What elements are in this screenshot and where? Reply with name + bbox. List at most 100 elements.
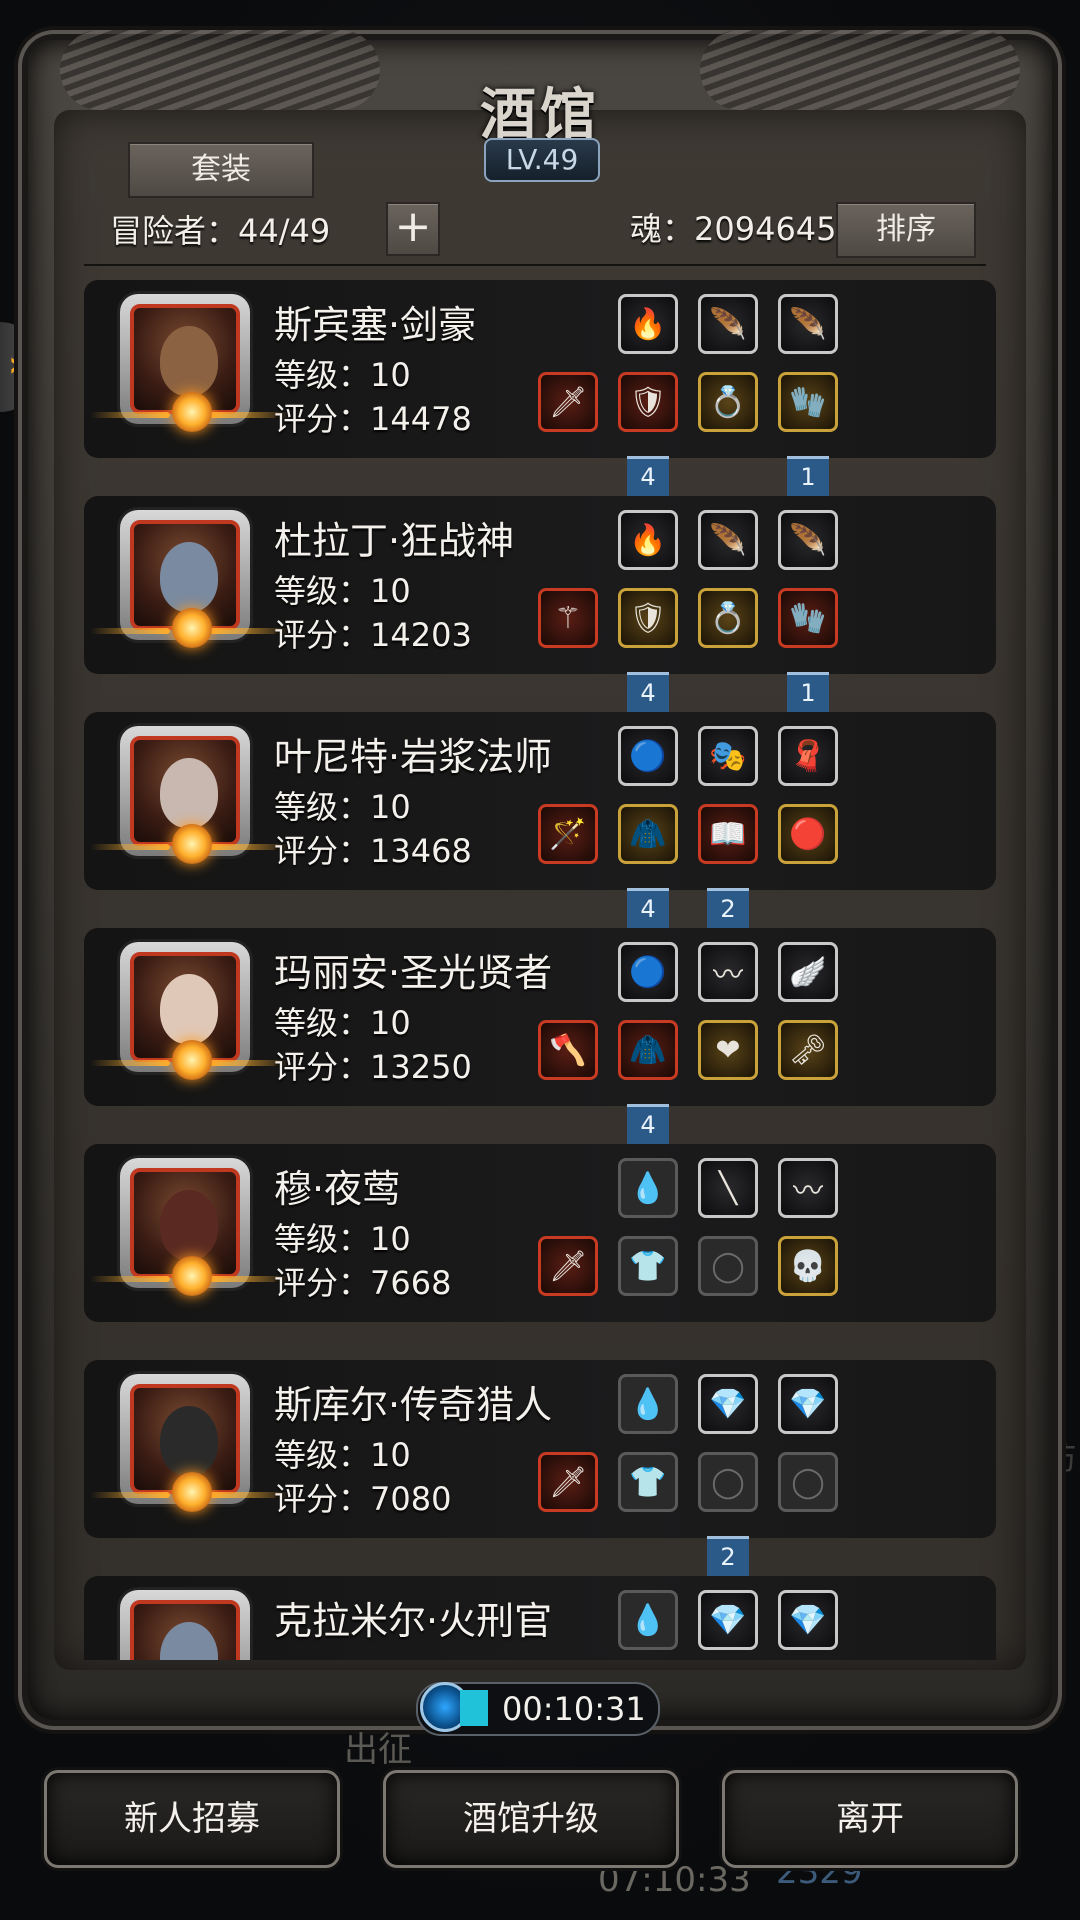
equipment-slot-icon[interactable]: 🛡	[618, 588, 678, 648]
equipment-slot-icon[interactable]: 🧤	[778, 372, 838, 432]
soul-count: 魂：2094645	[630, 210, 837, 248]
hero-score: 评分：13250	[274, 1048, 472, 1086]
leave-button[interactable]: 离开	[722, 1770, 1018, 1868]
hero-portrait[interactable]	[90, 294, 290, 432]
hero-face	[160, 974, 218, 1044]
equipment-slot-icon[interactable]: 🧤	[778, 588, 838, 648]
timer-progress	[460, 1690, 488, 1726]
equipment-slot-icon[interactable]: 💎	[778, 1374, 838, 1434]
hero-portrait[interactable]	[90, 726, 290, 864]
hero-card[interactable]: 玛丽安·圣光贤者等级：10 评分：13250 🔵 〰 🪽 🪓 🧥 ❤ 🗝	[84, 928, 996, 1106]
equipment-slot-icon[interactable]: 🪶	[698, 294, 758, 354]
hero-face	[160, 1622, 218, 1660]
hero-face	[160, 326, 218, 396]
hero-level: 等级：10	[274, 788, 411, 826]
equipment-slot-icon[interactable]: 🧣	[778, 726, 838, 786]
equipment-slot-icon[interactable]: 💍	[698, 588, 758, 648]
equipment-slot-icon[interactable]: 📖	[698, 804, 758, 864]
equipment-slot-icon[interactable]: 🧥	[618, 804, 678, 864]
hero-face	[160, 758, 218, 828]
equipment-slot-icon[interactable]: 〰	[778, 1158, 838, 1218]
hero-level: 等级：10	[274, 1220, 411, 1258]
equipment-slot-icon[interactable]: ◯	[698, 1236, 758, 1296]
equipment-slot-icon[interactable]: 🪶	[698, 510, 758, 570]
hero-card[interactable]: 斯库尔·传奇猎人等级：10 评分：7080 💧 💎 💎 🗡 👕 ◯ ◯	[84, 1360, 996, 1538]
emblem-sun	[172, 1472, 212, 1512]
equipment-slot-icon[interactable]: 〰	[698, 942, 758, 1002]
rank-emblem-icon	[90, 608, 290, 648]
equipment-slot-icon[interactable]: 🔥	[618, 294, 678, 354]
hero-card[interactable]: 叶尼特·岩浆法师 等级：10 评分：13468 🔵 🎭 🧣 🪄 🧥 📖 🔴	[84, 712, 996, 890]
rank-emblem-icon	[90, 392, 290, 432]
equipment-slot-icon[interactable]: 💧	[618, 1374, 678, 1434]
equipment-slot-icon[interactable]: 🗝	[778, 1020, 838, 1080]
set-button[interactable]: 套装	[128, 142, 314, 198]
hero-level: 等级：10	[274, 1436, 411, 1474]
equipment-slot-icon[interactable]: 🛡	[618, 372, 678, 432]
hero-level: 等级：10	[274, 1004, 411, 1042]
equipment-slot-icon[interactable]: ╲	[698, 1158, 758, 1218]
emblem-sun	[172, 1040, 212, 1080]
hero-card[interactable]: 克拉米尔·火刑官 💧 💎 💎	[84, 1576, 996, 1660]
hero-card[interactable]: 杜拉丁·狂战神 等级：10 评分：14203 🔥 🪶 🪶 ⚚ 🛡 💍 🧤	[84, 496, 996, 674]
equipment-slot-icon[interactable]: 💎	[698, 1374, 758, 1434]
emblem-wing	[90, 1276, 170, 1282]
recruit-button[interactable]: 新人招募	[44, 1770, 340, 1868]
equipment-slot-icon[interactable]: ◯	[778, 1452, 838, 1512]
equipment-slot-icon[interactable]: ◯	[698, 1452, 758, 1512]
equipment-slot-icon[interactable]: 🪶	[778, 294, 838, 354]
equipment-slot-icon[interactable]: 🔵	[618, 942, 678, 1002]
equipment-slot-icon[interactable]: 🎭	[698, 726, 758, 786]
hero-name: 克拉米尔·火刑官	[274, 1599, 553, 1643]
equipment-slot-icon[interactable]: 💎	[698, 1590, 758, 1650]
hero-score: 评分：14203	[274, 616, 472, 654]
rank-emblem-icon	[90, 1472, 290, 1512]
equipment-slot-icon[interactable]: 🪶	[778, 510, 838, 570]
hero-score: 评分：7668	[274, 1264, 452, 1302]
equipment-slot-icon[interactable]: 💍	[698, 372, 758, 432]
hero-portrait[interactable]	[120, 1590, 250, 1660]
hero-score: 评分：13468	[274, 832, 472, 870]
add-adventurer-button[interactable]: +	[386, 202, 440, 256]
equipment-slot-icon[interactable]: 👕	[618, 1452, 678, 1512]
equipment-slot-icon[interactable]: 🪽	[778, 942, 838, 1002]
equipment-slot-icon[interactable]: 🪄	[538, 804, 598, 864]
rank-emblem-icon	[90, 1040, 290, 1080]
hero-card[interactable]: 穆·夜莺等级：10 评分：7668 💧 ╲ 〰 🗡 👕 ◯ 💀	[84, 1144, 996, 1322]
equipment-slot-icon[interactable]: 🔥	[618, 510, 678, 570]
hero-name: 玛丽安·圣光贤者	[274, 951, 553, 995]
hero-name: 斯库尔·传奇猎人	[274, 1383, 553, 1427]
equipment-slot-icon[interactable]: 🔵	[618, 726, 678, 786]
hero-card[interactable]: 斯宾塞·剑豪 等级：10 评分：14478 🔥 🪶 🪶 🗡 🛡 💍 🧤	[84, 280, 996, 458]
equipment-slot-icon[interactable]: 🗡	[538, 372, 598, 432]
equipment-slot-icon[interactable]: 💧	[618, 1590, 678, 1650]
equipment-slot-icon[interactable]: ❤	[698, 1020, 758, 1080]
hero-name: 穆·夜莺	[274, 1167, 401, 1211]
equipment-slot-icon[interactable]: 💀	[778, 1236, 838, 1296]
emblem-sun	[172, 392, 212, 432]
hero-portrait[interactable]	[90, 1158, 290, 1296]
equipment-slot-icon[interactable]: 👕	[618, 1236, 678, 1296]
timer-text: 00:10:31	[502, 1690, 646, 1728]
hero-portrait[interactable]	[90, 942, 290, 1080]
sort-button[interactable]: 排序	[836, 202, 976, 258]
hero-level: 等级：10	[274, 356, 411, 394]
equipment-slot-icon[interactable]: 🪓	[538, 1020, 598, 1080]
upgrade-tavern-button[interactable]: 酒馆升级	[383, 1770, 679, 1868]
equipment-slot-icon[interactable]: 🗡	[538, 1452, 598, 1512]
hero-portrait[interactable]	[90, 1374, 290, 1512]
emblem-wing	[90, 628, 170, 634]
equipment-slot-icon[interactable]: ⚚	[538, 588, 598, 648]
hero-name: 杜拉丁·狂战神	[274, 519, 515, 563]
equipment-slot-icon[interactable]: 💧	[618, 1158, 678, 1218]
equipment-slot-icon[interactable]: 🔴	[778, 804, 838, 864]
hero-score: 评分：7080	[274, 1480, 452, 1518]
equipment-slot-icon[interactable]: 🧥	[618, 1020, 678, 1080]
equipment-slot-icon[interactable]: 💎	[778, 1590, 838, 1650]
rank-emblem-icon	[90, 824, 290, 864]
hero-name: 斯宾塞·剑豪	[274, 303, 477, 347]
hero-portrait[interactable]	[90, 510, 290, 648]
hero-list[interactable]: 斯宾塞·剑豪 等级：10 评分：14478 🔥 🪶 🪶 🗡 🛡 💍 🧤 4 1 杜拉丁·狂战神 等级：10…	[84, 280, 996, 1660]
header-divider	[84, 264, 986, 266]
equipment-slot-icon[interactable]: 🗡	[538, 1236, 598, 1296]
